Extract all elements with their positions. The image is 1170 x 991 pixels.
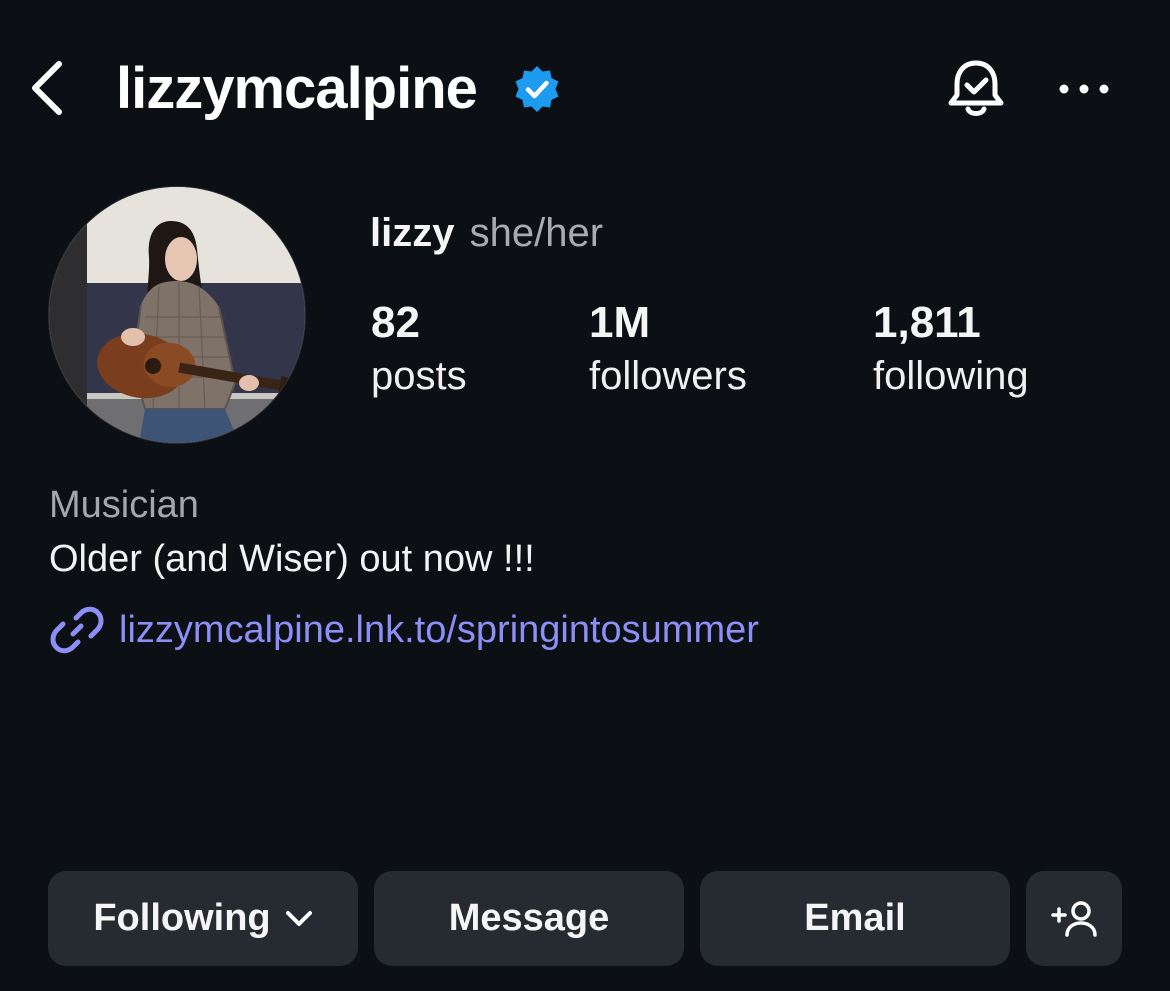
add-person-icon — [1051, 900, 1097, 937]
message-button[interactable]: Message — [374, 871, 684, 966]
more-options-button[interactable] — [1050, 62, 1118, 116]
profile-avatar[interactable] — [48, 186, 306, 444]
email-button[interactable]: Email — [700, 871, 1010, 966]
profile-link-text[interactable]: lizzymcalpine.lnk.to/springintosummer — [119, 605, 759, 655]
profile-link[interactable]: lizzymcalpine.lnk.to/springintosummer — [49, 600, 759, 660]
stat-followers[interactable]: 1M followers — [589, 296, 747, 402]
following-count: 1,811 — [873, 298, 981, 347]
profile-username: lizzymcalpine — [116, 56, 478, 121]
stat-following[interactable]: 1,811 following — [873, 296, 1029, 402]
display-name: lizzy — [370, 211, 455, 255]
following-button-label: Following — [93, 897, 271, 939]
more-dots-icon — [1059, 84, 1109, 94]
message-button-label: Message — [448, 897, 610, 939]
avatar-photo — [49, 187, 305, 443]
profile-category: Musician — [49, 484, 199, 526]
stat-posts[interactable]: 82 posts — [371, 296, 467, 402]
bell-check-icon — [948, 60, 1004, 116]
verified-badge-icon — [515, 66, 559, 112]
chevron-down-icon — [285, 910, 313, 928]
followers-count: 1M — [589, 298, 651, 347]
pronouns: she/her — [469, 211, 604, 255]
posts-label: posts — [371, 354, 467, 398]
back-button[interactable] — [22, 56, 72, 120]
following-label: following — [873, 354, 1029, 398]
display-name-row: lizzy she/her — [370, 208, 603, 258]
link-chain-icon — [50, 606, 104, 654]
following-button[interactable]: Following — [48, 871, 358, 966]
posts-count: 82 — [371, 298, 420, 347]
notifications-button[interactable] — [940, 54, 1012, 126]
back-chevron-icon — [32, 61, 62, 115]
profile-bio: Older (and Wiser) out now !!! — [49, 538, 535, 580]
followers-label: followers — [589, 354, 747, 398]
suggested-accounts-button[interactable] — [1026, 871, 1122, 966]
email-button-label: Email — [804, 897, 906, 939]
